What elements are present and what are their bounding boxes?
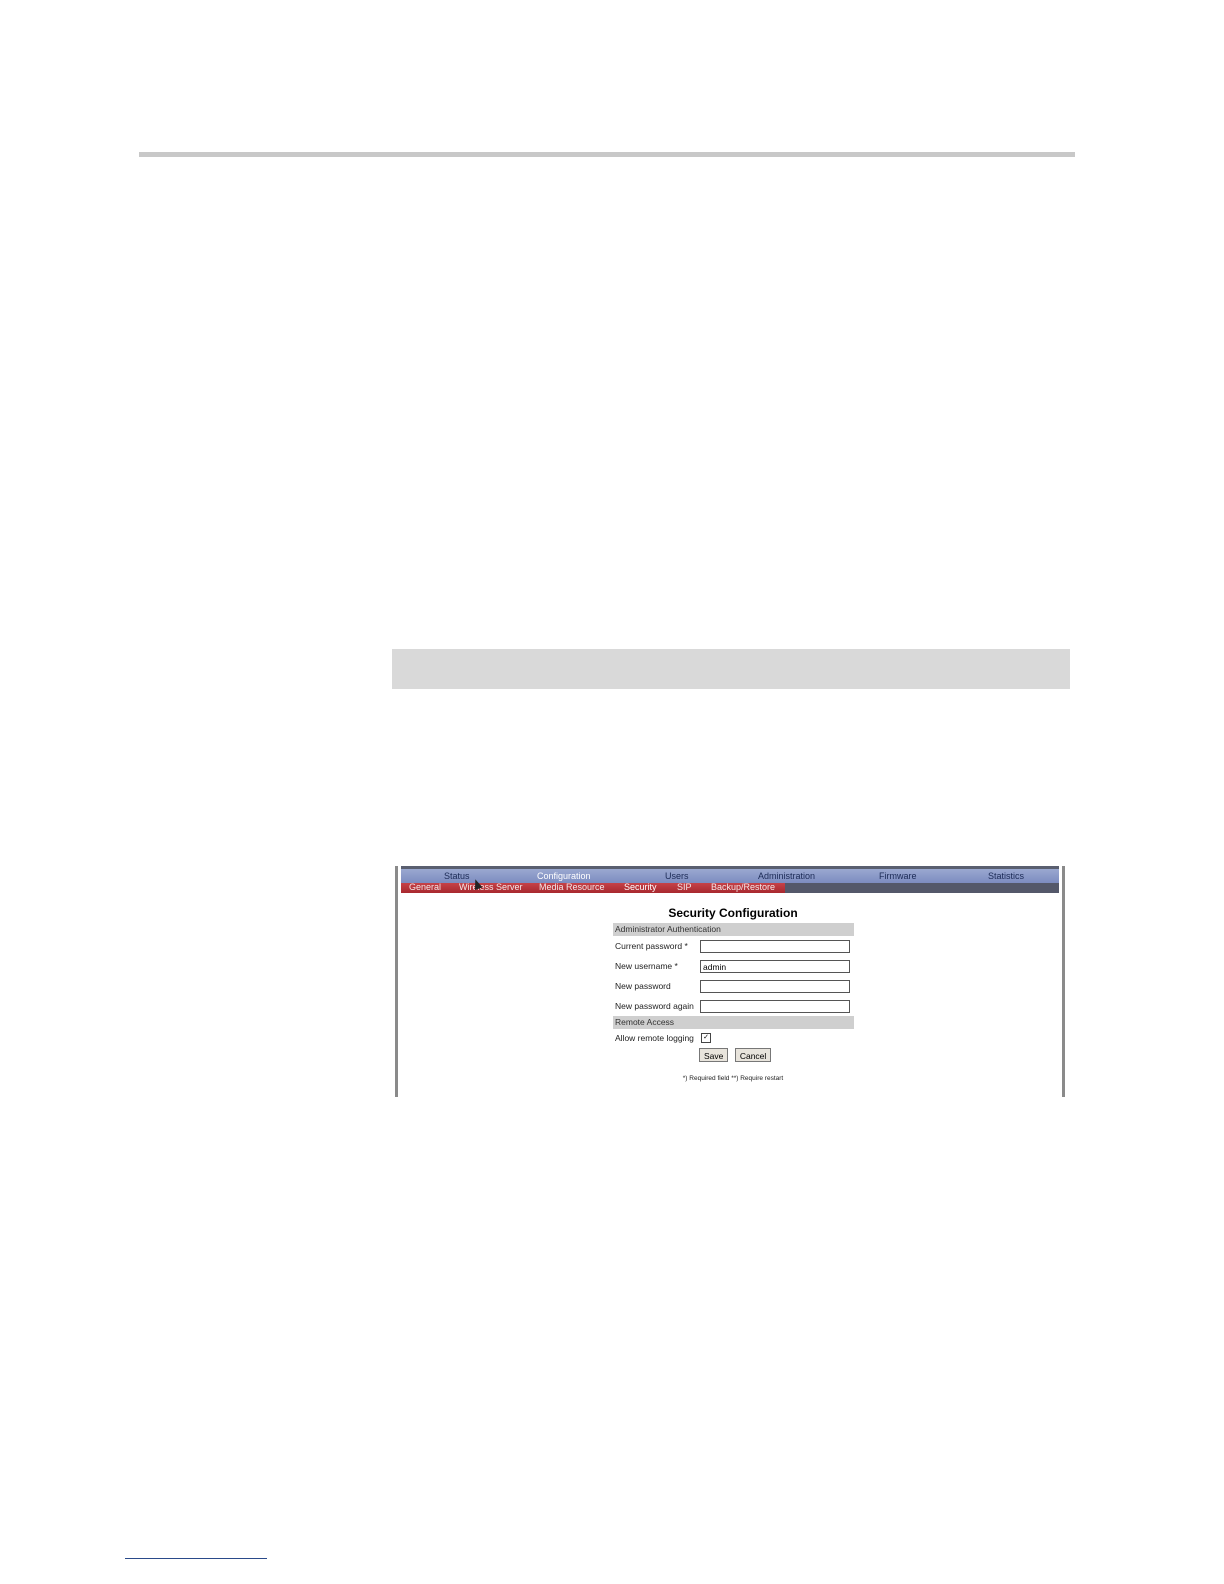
footnote-rule	[125, 1558, 267, 1559]
current-password-label: Current password *	[615, 941, 688, 951]
nav-configuration[interactable]: Configuration	[537, 871, 591, 881]
form-buttons: Save Cancel	[699, 1046, 773, 1064]
new-password-label: New password	[615, 981, 671, 991]
required-field-note: *) Required field **) Require restart	[682, 1075, 784, 1082]
header-rule	[139, 152, 1075, 157]
shaded-band	[392, 649, 1070, 689]
remote-logging-checkbox[interactable]: ✓	[701, 1033, 711, 1043]
current-password-input[interactable]	[700, 940, 850, 953]
subnav-wireless-server[interactable]: Wireless Server	[459, 882, 523, 892]
page-title: Security Configuration	[668, 906, 798, 920]
sub-nav-bar: General Wireless Server Media Resource S…	[401, 882, 785, 893]
section-remote-access: Remote Access	[613, 1016, 854, 1029]
top-nav-bar: Status Configuration Users Administratio…	[401, 866, 1059, 883]
subnav-security[interactable]: Security	[624, 882, 657, 892]
nav-statistics[interactable]: Statistics	[988, 871, 1024, 881]
new-username-input[interactable]	[700, 960, 850, 973]
new-password-again-input[interactable]	[700, 1000, 850, 1013]
form-row: New password	[613, 976, 854, 996]
save-button[interactable]: Save	[699, 1048, 729, 1062]
security-configuration-screenshot: Status Configuration Users Administratio…	[395, 866, 1065, 1097]
subnav-media-resource[interactable]: Media Resource	[539, 882, 605, 892]
form-row: New password again	[613, 996, 854, 1016]
form-row: New username *	[613, 956, 854, 976]
nav-administration[interactable]: Administration	[758, 871, 815, 881]
subnav-general[interactable]: General	[409, 882, 441, 892]
subnav-backup-restore[interactable]: Backup/Restore	[711, 882, 775, 892]
form-row: Allow remote logging ✓	[613, 1029, 854, 1046]
new-username-label: New username *	[615, 961, 678, 971]
nav-firmware[interactable]: Firmware	[879, 871, 917, 881]
remote-logging-label: Allow remote logging	[615, 1033, 694, 1043]
subnav-sip[interactable]: SIP	[677, 882, 692, 892]
sub-nav-strip	[785, 883, 1059, 893]
form-row: Current password *	[613, 936, 854, 956]
cancel-button[interactable]: Cancel	[734, 1048, 772, 1062]
new-password-again-label: New password again	[615, 1001, 694, 1011]
section-admin-authentication: Administrator Authentication	[613, 923, 854, 936]
new-password-input[interactable]	[700, 980, 850, 993]
security-form: Administrator Authentication Current pas…	[613, 923, 854, 1046]
nav-status[interactable]: Status	[444, 871, 470, 881]
nav-users[interactable]: Users	[665, 871, 689, 881]
